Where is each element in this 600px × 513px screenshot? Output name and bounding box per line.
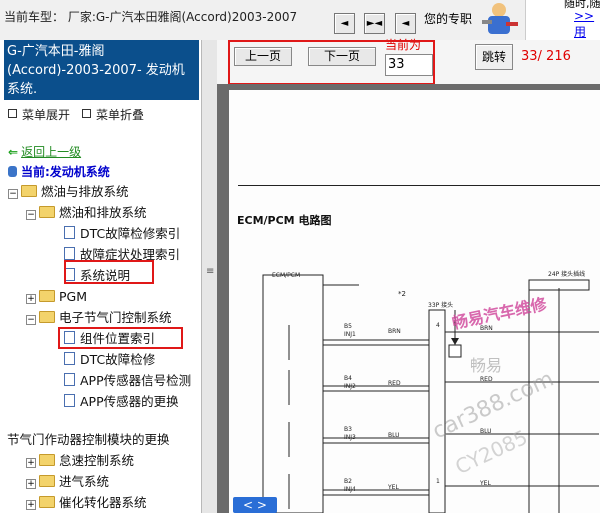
highlight-component-location xyxy=(58,327,183,349)
tree-item-throttle-actuator[interactable]: 节气门作动器控制模块的更换 xyxy=(7,430,170,450)
split-frame-button[interactable]: ►◄ xyxy=(364,13,385,34)
wire-red-right: RED xyxy=(480,376,493,383)
note-label: *2 xyxy=(398,290,406,298)
tree-item-pgm[interactable]: + PGM xyxy=(26,287,87,307)
prev-frame-button[interactable]: ◄ xyxy=(334,13,355,34)
ad-link[interactable]: >>用 xyxy=(574,9,600,40)
top-bar: 当前车型： 厂家:G-广汽本田雅阁(Accord)2003-2007 ◄ ►◄ … xyxy=(0,0,600,41)
collapse-toggle-icon[interactable]: − xyxy=(8,189,18,199)
pin-num-4: 4 xyxy=(436,322,440,329)
folder-icon xyxy=(39,311,55,323)
jump-button[interactable]: 跳转 xyxy=(475,44,513,70)
tree-item-electronic-throttle[interactable]: − 电子节气门控制系统 xyxy=(26,308,172,328)
tree-item-dtc-index[interactable]: DTC故障检修索引 xyxy=(64,224,180,244)
viewer-nav-arrows[interactable]: < > xyxy=(233,497,277,513)
pin-b2: B2 INJ4 xyxy=(344,478,356,493)
diagram-title: ECM/PCM 电路图 xyxy=(237,214,332,227)
watermark-text: 畅易 xyxy=(470,356,503,375)
back-link[interactable]: ⇐ 返回上一级 xyxy=(8,143,81,160)
tree-item-intake[interactable]: + 进气系统 xyxy=(26,472,109,492)
wire-blu: BLU xyxy=(388,432,400,439)
pin-b4: B4 INJ2 xyxy=(344,375,356,390)
sidebar-title: G-广汽本田-雅阁(Accord)-2003-2007- 发动机系统. xyxy=(4,40,199,100)
expand-toggle-icon[interactable]: + xyxy=(26,500,36,510)
folder-icon xyxy=(39,496,55,508)
folder-icon xyxy=(39,206,55,218)
wire-red: RED xyxy=(388,380,401,387)
expand-icon xyxy=(8,109,17,118)
wire-blu-right: BLU xyxy=(480,428,492,435)
document-icon xyxy=(64,394,75,407)
tree-item-app-sensor-replace[interactable]: APP传感器的更换 xyxy=(64,392,179,412)
document-icon xyxy=(64,247,75,260)
folder-icon xyxy=(39,475,55,487)
wire-yel-right: YEL xyxy=(480,480,491,487)
document-icon xyxy=(64,226,75,239)
ecm-label: ECM/PCM xyxy=(272,272,301,279)
folder-icon xyxy=(21,185,37,197)
tree-item-fuel-emission[interactable]: − 燃油与排放系统 xyxy=(8,182,129,202)
current-section: 当前:发动机系统 xyxy=(8,163,110,180)
document-icon xyxy=(64,373,75,386)
database-icon xyxy=(8,166,17,177)
expand-toggle-icon[interactable]: + xyxy=(26,458,36,468)
splitter-grip-icon[interactable]: ≡ xyxy=(206,266,214,277)
tree-item-fuel-emission-sub[interactable]: − 燃油和排放系统 xyxy=(26,203,147,223)
expand-toggle-icon[interactable]: + xyxy=(26,479,36,489)
wire-brn: BRN xyxy=(388,328,401,335)
page-rule xyxy=(238,185,600,186)
tree-item-app-sensor-check[interactable]: APP传感器信号检测 xyxy=(64,371,191,391)
page-count: 33/ 216 xyxy=(521,49,571,64)
next-frame-button[interactable]: ◄ xyxy=(395,13,416,34)
vehicle-label: 当前车型： 厂家:G-广汽本田雅阁(Accord)2003-2007 xyxy=(4,10,298,24)
pin-b3: B3 INJ3 xyxy=(344,426,356,441)
folder-icon xyxy=(39,454,55,466)
promo-text: 您的专职 xyxy=(424,12,473,26)
collapse-toggle-icon[interactable]: − xyxy=(26,315,36,325)
back-arrow-icon: ⇐ xyxy=(8,145,19,159)
highlight-page-nav xyxy=(228,40,435,85)
expand-toggle-icon[interactable]: + xyxy=(26,294,36,304)
connector-33p-label: 33P 接头 xyxy=(428,302,454,309)
collapse-all-link[interactable]: 菜单折叠 xyxy=(82,106,144,123)
wire-yel: YEL xyxy=(388,484,399,491)
document-icon xyxy=(64,352,75,365)
mascot-image xyxy=(482,3,518,34)
tree-item-catalytic[interactable]: + 催化转化器系统 xyxy=(26,493,147,513)
ad-box: 随时,随 >>用 xyxy=(525,0,600,40)
collapse-toggle-icon[interactable]: − xyxy=(26,210,36,220)
tree-item-dtc-troubleshooting[interactable]: DTC故障检修 xyxy=(64,350,155,370)
folder-icon xyxy=(39,290,55,302)
collapse-icon xyxy=(82,109,91,118)
expand-all-link[interactable]: 菜单展开 xyxy=(8,106,70,123)
highlight-system-description xyxy=(64,260,154,284)
connector-24p-label: 24P 接头插线 xyxy=(548,271,586,278)
pin-num-1: 1 xyxy=(436,478,440,485)
pin-b5: B5 INJ1 xyxy=(344,323,356,338)
tree-item-idle-control[interactable]: + 怠速控制系统 xyxy=(26,451,134,471)
